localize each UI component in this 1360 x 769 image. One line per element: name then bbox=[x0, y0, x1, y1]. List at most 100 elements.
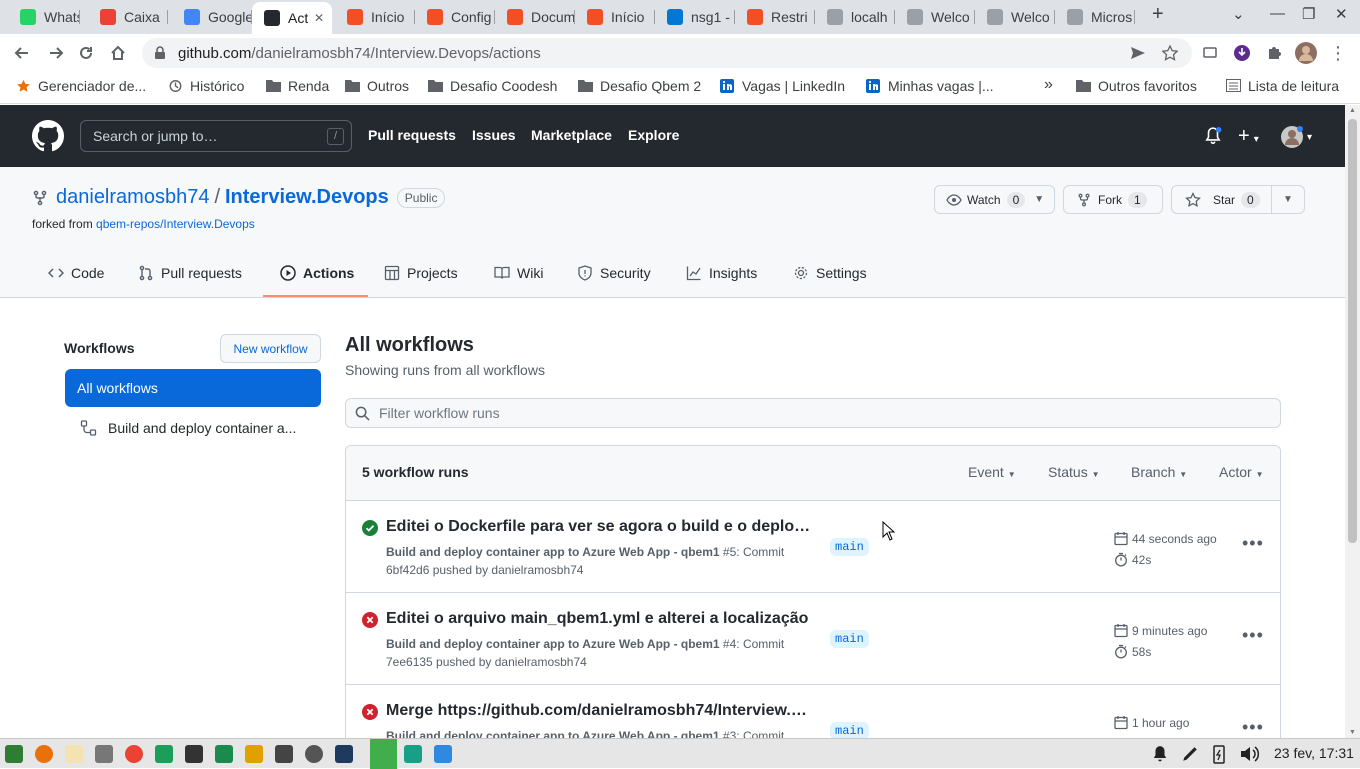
cast-icon[interactable] bbox=[1199, 42, 1221, 64]
browser-tab[interactable]: Google bbox=[172, 4, 252, 30]
notifications-bell-icon[interactable] bbox=[1204, 127, 1222, 145]
bookmark-item[interactable]: Desafio Coodesh bbox=[428, 78, 557, 94]
nav-explore[interactable]: Explore bbox=[628, 127, 679, 143]
extension-purple-icon[interactable] bbox=[1231, 42, 1253, 64]
sidebar-item-all-workflows[interactable]: All workflows bbox=[65, 369, 321, 407]
star-list-dropdown-icon[interactable]: ▼ bbox=[1283, 194, 1293, 205]
filter-status-dropdown[interactable]: Status ▼ bbox=[1048, 464, 1100, 480]
repo-owner-link[interactable]: danielramosbh74 bbox=[56, 186, 209, 209]
forward-icon[interactable] bbox=[45, 42, 67, 64]
menu-kebab-icon[interactable]: ⋮ bbox=[1327, 42, 1349, 64]
minimize-icon[interactable]: — bbox=[1270, 5, 1285, 22]
files-icon[interactable] bbox=[155, 745, 173, 763]
browser-tab[interactable]: Welco bbox=[975, 4, 1055, 30]
browser-tab[interactable]: Config bbox=[415, 4, 495, 30]
browser-tab[interactable]: Welco bbox=[895, 4, 975, 30]
bookmark-item[interactable]: Renda bbox=[266, 78, 329, 94]
tab-search-icon[interactable]: ⌄ bbox=[1232, 5, 1245, 23]
run-more-options-icon[interactable]: ••• bbox=[1242, 534, 1264, 552]
video-editor-icon[interactable] bbox=[245, 745, 263, 763]
address-bar[interactable]: github.com/danielramosbh74/Interview.Dev… bbox=[142, 38, 1192, 68]
branch-badge[interactable]: main bbox=[830, 630, 869, 648]
browser-tab[interactable]: Micros bbox=[1055, 4, 1135, 30]
tab-wiki[interactable]: Wiki bbox=[494, 263, 543, 283]
browser-tab[interactable]: Act ✕ bbox=[252, 2, 332, 34]
run-title[interactable]: Merge https://github.com/danielramosbh74… bbox=[386, 702, 811, 720]
star-button[interactable]: Star 0 bbox=[1172, 186, 1272, 213]
volume-icon[interactable] bbox=[1239, 745, 1259, 763]
battery-icon[interactable] bbox=[1211, 744, 1227, 764]
tab-actions[interactable]: Actions bbox=[280, 263, 354, 283]
bookmark-star-icon[interactable] bbox=[1159, 42, 1181, 64]
close-window-icon[interactable]: ✕ bbox=[1335, 5, 1348, 23]
watch-button[interactable]: Watch 0 ▼ bbox=[934, 185, 1055, 214]
notes-icon[interactable] bbox=[215, 745, 233, 763]
browser-tab[interactable]: localh bbox=[815, 4, 895, 30]
new-workflow-button[interactable]: New workflow bbox=[220, 334, 321, 363]
files-window-icon[interactable] bbox=[404, 745, 422, 763]
repo-name-link[interactable]: Interview.Devops bbox=[225, 186, 389, 209]
bookmark-item[interactable]: Gerenciador de... bbox=[16, 78, 146, 94]
start-menu-icon[interactable] bbox=[5, 745, 23, 763]
other-bookmarks[interactable]: Outros favoritos bbox=[1076, 78, 1197, 94]
run-more-options-icon[interactable]: ••• bbox=[1242, 718, 1264, 736]
text-editor-icon[interactable] bbox=[65, 745, 83, 763]
browser-tab[interactable]: nsg1 - bbox=[655, 4, 735, 30]
forked-from-link[interactable]: qbem-repos/Interview.Devops bbox=[96, 217, 255, 231]
tab-close-icon[interactable]: ✕ bbox=[314, 11, 324, 25]
filter-event-dropdown[interactable]: Event ▼ bbox=[968, 464, 1016, 480]
browser-tab[interactable]: Restri bbox=[735, 4, 815, 30]
reading-list[interactable]: Lista de leitura bbox=[1226, 78, 1339, 94]
run-title[interactable]: Editei o arquivo main_qbem1.yml e altere… bbox=[386, 610, 811, 628]
browser-tab[interactable]: Whats bbox=[8, 4, 80, 30]
scrollbar-thumb[interactable] bbox=[1348, 119, 1357, 543]
filter-actor-dropdown[interactable]: Actor ▼ bbox=[1219, 464, 1264, 480]
run-more-options-icon[interactable]: ••• bbox=[1242, 626, 1264, 644]
run-workflow-name[interactable]: Build and deploy container app to Azure … bbox=[386, 637, 720, 651]
new-tab-button[interactable]: + bbox=[1152, 3, 1164, 26]
nav-marketplace[interactable]: Marketplace bbox=[531, 127, 612, 143]
bookmark-item[interactable]: Desafio Qbem 2 bbox=[578, 78, 701, 94]
sidebar-item-build-deploy[interactable]: Build and deploy container a... bbox=[80, 420, 320, 436]
browser-tab[interactable]: Caixa bbox=[88, 4, 168, 30]
obs-icon[interactable] bbox=[305, 745, 323, 763]
github-logo-icon[interactable] bbox=[32, 120, 64, 152]
media-player-icon[interactable] bbox=[275, 745, 293, 763]
bookmark-item[interactable]: Histórico bbox=[168, 78, 244, 94]
terminal-icon[interactable] bbox=[185, 745, 203, 763]
fork-button[interactable]: Fork 1 bbox=[1063, 185, 1163, 214]
pen-tool-icon[interactable] bbox=[1181, 745, 1199, 763]
tab-insights[interactable]: Insights bbox=[686, 263, 757, 283]
workflow-run-row[interactable]: Editei o Dockerfile para ver se agora o … bbox=[346, 501, 1280, 593]
filter-runs-input[interactable]: Filter workflow runs bbox=[345, 398, 1281, 428]
github-search-input[interactable]: Search or jump to… / bbox=[80, 120, 352, 152]
run-workflow-name[interactable]: Build and deploy container app to Azure … bbox=[386, 545, 720, 559]
browser-tab[interactable]: Início bbox=[335, 4, 415, 30]
nav-pull-requests[interactable]: Pull requests bbox=[368, 127, 456, 143]
back-icon[interactable] bbox=[11, 42, 33, 64]
maximize-icon[interactable]: ❐ bbox=[1302, 5, 1315, 23]
bookmark-item[interactable]: Vagas | LinkedIn bbox=[720, 78, 845, 94]
notification-bell-icon[interactable] bbox=[1151, 745, 1169, 763]
workflow-run-row[interactable]: Editei o arquivo main_qbem1.yml e altere… bbox=[346, 593, 1280, 685]
extensions-puzzle-icon[interactable] bbox=[1263, 42, 1285, 64]
chrome-icon[interactable] bbox=[125, 745, 143, 763]
run-title[interactable]: Editei o Dockerfile para ver se agora o … bbox=[386, 518, 811, 536]
bookmark-item[interactable]: Outros bbox=[345, 78, 409, 94]
browser-tab[interactable]: Docum bbox=[495, 4, 575, 30]
profile-avatar[interactable] bbox=[1295, 42, 1317, 64]
tab-projects[interactable]: Projects bbox=[384, 263, 458, 283]
create-new-icon[interactable]: + ▾ bbox=[1238, 125, 1259, 148]
send-icon[interactable] bbox=[1127, 42, 1149, 64]
reload-icon[interactable] bbox=[75, 42, 97, 64]
calculator-icon[interactable] bbox=[95, 745, 113, 763]
nav-issues[interactable]: Issues bbox=[472, 127, 516, 143]
workflow-run-row[interactable]: Merge https://github.com/danielramosbh74… bbox=[346, 685, 1280, 744]
bookmarks-overflow-button[interactable]: » bbox=[1044, 76, 1053, 94]
tab-security[interactable]: Security bbox=[577, 263, 651, 283]
filter-branch-dropdown[interactable]: Branch ▼ bbox=[1131, 464, 1187, 480]
tab-settings[interactable]: Settings bbox=[793, 263, 867, 283]
branch-badge[interactable]: main bbox=[830, 538, 869, 556]
vscode-dark-icon[interactable] bbox=[335, 745, 353, 763]
tab-pull-requests[interactable]: Pull requests bbox=[138, 263, 242, 283]
